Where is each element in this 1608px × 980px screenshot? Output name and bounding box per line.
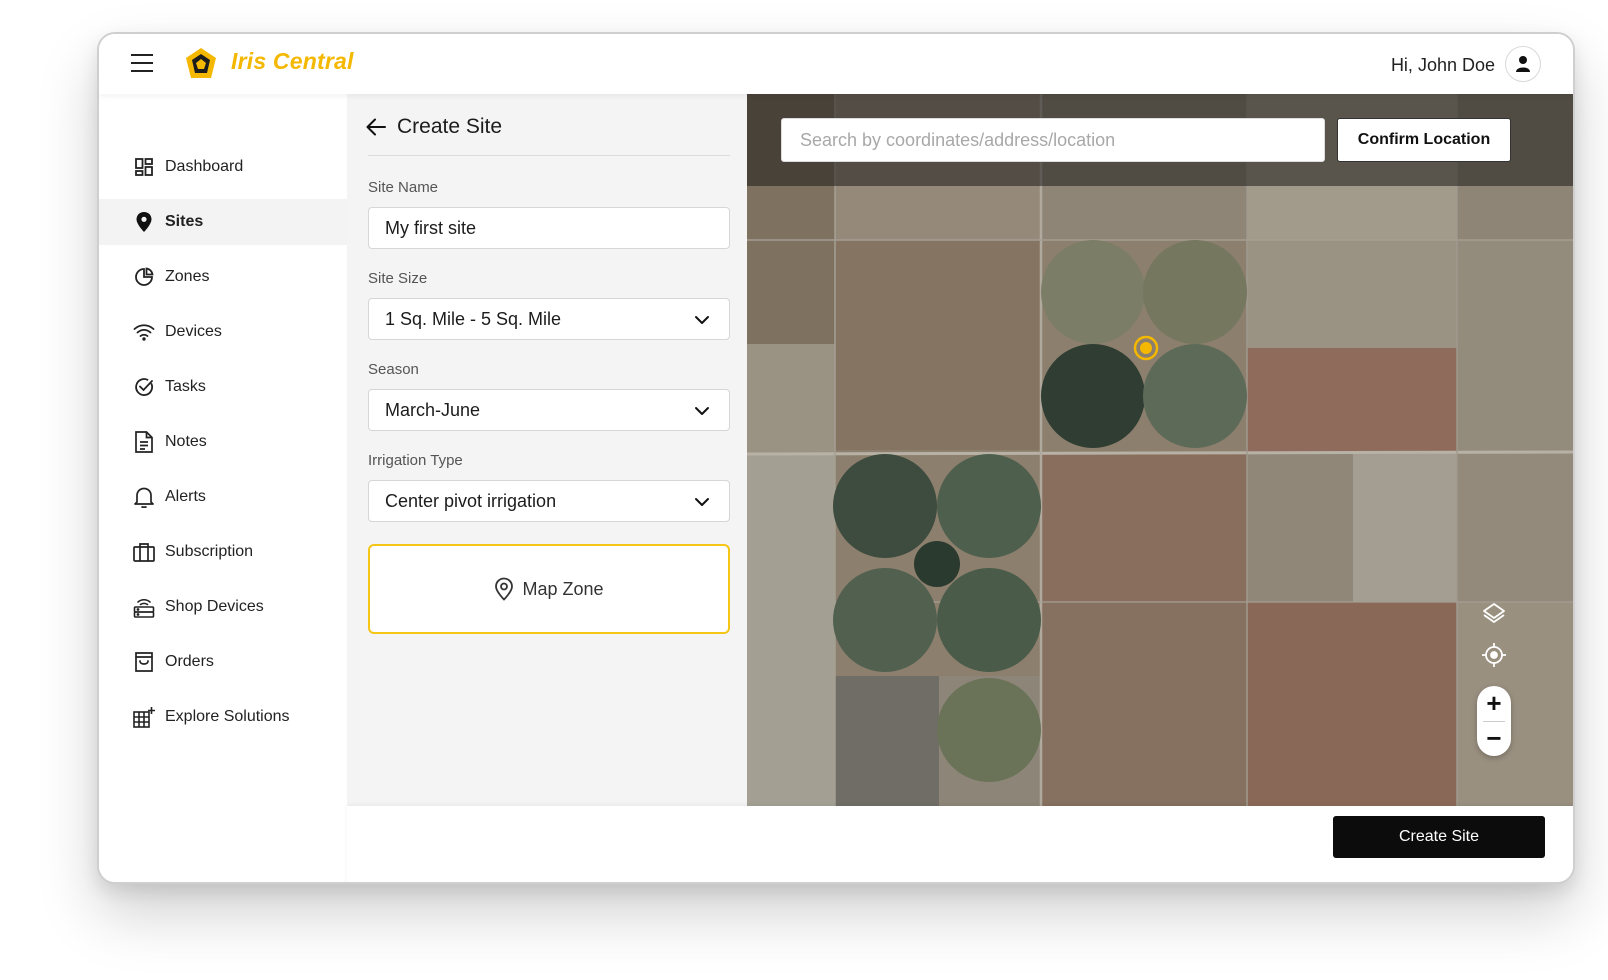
chevron-down-icon: [695, 316, 709, 324]
sidebar-item-label: Dashboard: [165, 158, 244, 175]
sidebar-item-notes[interactable]: Notes: [99, 419, 347, 465]
zoom-control: + −: [1477, 686, 1511, 756]
sidebar-item-zones[interactable]: Zones: [99, 254, 347, 300]
layers-icon[interactable]: [1479, 598, 1509, 628]
shopping-bag-icon: [133, 651, 155, 673]
site-name-input[interactable]: [385, 217, 729, 239]
site-size-value: 1 Sq. Mile - 5 Sq. Mile: [385, 308, 562, 329]
map-zone-label: Map Zone: [522, 578, 604, 599]
location-search-input[interactable]: [781, 118, 1325, 162]
zoom-out-button[interactable]: −: [1477, 721, 1511, 756]
sidebar-item-label: Notes: [165, 433, 207, 450]
sidebar-item-label: Alerts: [165, 488, 206, 505]
app-window: Iris Central Hi, John Doe Dashboard Site…: [97, 32, 1575, 884]
sidebar-item-label: Shop Devices: [165, 598, 264, 615]
irrigation-type-label: Irrigation Type: [368, 452, 463, 469]
sidebar: Dashboard Sites Zones Devices Tasks Note…: [99, 94, 347, 882]
sidebar-item-label: Devices: [165, 323, 222, 340]
season-label: Season: [368, 361, 419, 378]
sidebar-item-label: Tasks: [165, 378, 206, 395]
pie-chart-icon: [133, 266, 155, 288]
sidebar-item-dashboard[interactable]: Dashboard: [99, 144, 347, 190]
bell-icon: [133, 486, 155, 508]
map-zone-button[interactable]: Map Zone: [368, 544, 730, 634]
sidebar-item-alerts[interactable]: Alerts: [99, 474, 347, 520]
sidebar-item-label: Explore Solutions: [165, 708, 290, 725]
create-site-form: Create Site Site Name Site Size 1 Sq. Mi…: [347, 94, 747, 806]
create-site-button[interactable]: Create Site: [1333, 816, 1545, 858]
sidebar-item-explore-solutions[interactable]: Explore Solutions: [99, 694, 347, 740]
irrigation-type-select[interactable]: Center pivot irrigation: [368, 480, 730, 522]
hamburger-menu-icon[interactable]: [131, 54, 155, 74]
sidebar-item-devices[interactable]: Devices: [99, 309, 347, 355]
dashboard-grid-icon: [133, 156, 155, 178]
sidebar-item-label: Zones: [165, 268, 210, 285]
sidebar-item-tasks[interactable]: Tasks: [99, 364, 347, 410]
bottom-action-bar: Create Site: [347, 806, 1573, 882]
season-select[interactable]: March-June: [368, 389, 730, 431]
chevron-down-icon: [695, 407, 709, 415]
sidebar-item-label: Sites: [165, 213, 204, 230]
sidebar-item-orders[interactable]: Orders: [99, 639, 347, 685]
site-name-field-wrapper: [368, 207, 730, 249]
divider: [368, 155, 730, 156]
top-bar: Iris Central Hi, John Doe: [99, 34, 1573, 94]
zoom-in-button[interactable]: +: [1477, 686, 1511, 721]
logo-icon: [186, 48, 216, 78]
sidebar-item-label: Orders: [165, 653, 214, 670]
app-name: Iris Central: [231, 48, 354, 74]
user-greeting: Hi, John Doe: [1390, 55, 1495, 75]
gift-box-icon: [133, 541, 155, 563]
map-pin-icon: [133, 211, 155, 233]
site-size-select[interactable]: 1 Sq. Mile - 5 Sq. Mile: [368, 298, 730, 340]
sidebar-item-sites[interactable]: Sites: [99, 199, 347, 245]
sidebar-item-shop-devices[interactable]: Shop Devices: [99, 584, 347, 630]
wifi-icon: [133, 321, 155, 343]
confirm-location-button[interactable]: Confirm Location: [1337, 118, 1511, 162]
site-name-label: Site Name: [368, 179, 439, 196]
location-pin-icon: [495, 577, 514, 601]
check-circle-icon: [133, 376, 155, 398]
form-title: Create Site: [397, 115, 503, 138]
back-arrow-icon[interactable]: [365, 116, 387, 138]
satellite-map[interactable]: Confirm Location + −: [747, 94, 1573, 806]
season-value: March-June: [385, 399, 481, 420]
grid-plus-icon: [133, 706, 155, 728]
router-icon: [133, 596, 155, 618]
user-icon: [1516, 56, 1530, 72]
satellite-imagery: [747, 94, 1573, 806]
document-icon: [133, 431, 155, 453]
irrigation-type-value: Center pivot irrigation: [385, 490, 557, 511]
sidebar-item-label: Subscription: [165, 543, 254, 560]
site-size-label: Site Size: [368, 270, 428, 287]
chevron-down-icon: [695, 498, 709, 506]
locate-me-icon[interactable]: [1479, 640, 1509, 670]
user-avatar[interactable]: [1505, 46, 1541, 82]
sidebar-item-subscription[interactable]: Subscription: [99, 529, 347, 575]
